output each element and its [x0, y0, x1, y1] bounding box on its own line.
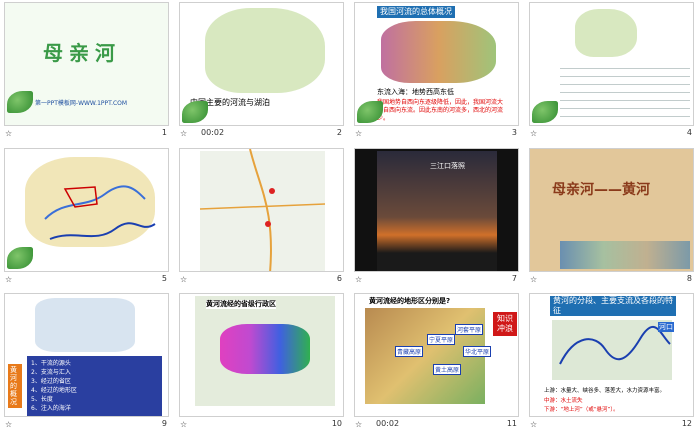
- slide-number: 8: [686, 274, 692, 283]
- slide-thumb-3[interactable]: 我国河流的总体概况 东流入海：地势西高东低 我国地势自西向东逐级降低，因此，我国…: [352, 0, 521, 140]
- slide-preview: [4, 148, 169, 272]
- bottom-line-1: 上游：水量大、峡谷多、落差大，水力资源丰富。: [544, 388, 666, 394]
- slide-number: 7: [511, 274, 517, 283]
- leaf-decoration: [182, 101, 208, 123]
- china-map: [205, 8, 325, 93]
- slide-preview: 母亲河 第一PPT模板网-WWW.1PPT.COM: [4, 2, 169, 126]
- slide-number: 4: [686, 128, 692, 137]
- slide-caption: ☆ 7: [352, 273, 521, 286]
- slide-number: 2: [336, 128, 342, 137]
- slide-preview: 黄河的概况 1、干流的源头 2、支流与汇入 3、经过的省区 4、经过的地形区 5…: [4, 293, 169, 417]
- transition-icon: ☆: [180, 275, 188, 284]
- fact-item-2: 2、支流与汇入: [31, 369, 71, 376]
- slide-title: 黄河流经的省级行政区: [206, 300, 276, 309]
- slide-thumb-4[interactable]: ☆ 4: [527, 0, 696, 140]
- slide-preview: 中国主要的河流与湖泊: [179, 2, 344, 126]
- side-label: 黄河的概况: [8, 364, 22, 408]
- slide-number: 3: [511, 128, 517, 137]
- slide-caption: ☆ 9: [2, 418, 171, 431]
- slide-thumb-8[interactable]: 母亲河——黄河 ☆ 8: [527, 146, 696, 286]
- slide-caption: ☆ 8: [527, 273, 696, 286]
- slide-preview: [179, 148, 344, 272]
- slide-title: 母亲河: [43, 41, 121, 65]
- fact-item-4: 4、经过的地形区: [31, 387, 77, 394]
- slide-thumb-5[interactable]: ☆ 5: [2, 146, 171, 286]
- slide-number: 10: [331, 419, 342, 428]
- terrain-label-qingzang: 青藏高原: [395, 346, 424, 357]
- slide-line-2: 我国地势自西向东逐级降低，因此，我国河流大都自西向东流。因此东南的河流多，西北的…: [377, 99, 504, 122]
- yellow-river-map: [35, 298, 135, 352]
- slide-number: 6: [336, 274, 342, 283]
- transition-icon: ☆: [5, 275, 13, 284]
- slide-thumb-6[interactable]: ☆ 6: [177, 146, 346, 286]
- slide-thumb-11[interactable]: 黄河流经的地形区分别是? 宁夏平原 河套平原 青藏高原 黄土高原 华北平原 知识…: [352, 291, 521, 431]
- slide-number: 5: [161, 274, 167, 283]
- question-text-block: [560, 61, 690, 121]
- slide-time: 00:02: [376, 419, 400, 428]
- slide-title: 我国河流的总体概况: [377, 6, 455, 18]
- transition-icon: ☆: [5, 129, 13, 138]
- slide-title: 母亲河——黄河: [552, 182, 650, 198]
- slide-caption: ☆ 12: [527, 418, 696, 431]
- leaf-decoration: [532, 101, 558, 123]
- slide-number: 12: [681, 419, 692, 428]
- slide-preview: 三江口落照: [354, 148, 519, 272]
- china-map: [575, 9, 637, 57]
- slide-number: 11: [506, 419, 517, 428]
- terrain-label-ningxia: 宁夏平原: [427, 334, 456, 345]
- transition-icon: ☆: [180, 420, 188, 429]
- fact-item-1: 1、干流的源头: [31, 360, 71, 367]
- slide-caption: ☆ 1: [2, 127, 171, 140]
- bottom-line-2: 中游：水土流失: [544, 398, 583, 404]
- slide-caption: ☆ 00:02 2: [177, 127, 346, 140]
- slide-caption: ☆ 5: [2, 273, 171, 286]
- road-lines: [199, 149, 326, 271]
- bottom-line-3: 下游：“地上河”（或“悬河”）。: [544, 407, 619, 413]
- slide-title: 三江口落照: [430, 162, 465, 170]
- slide-caption: ☆ 4: [527, 127, 696, 140]
- terrain-label-huabei: 华北平原: [463, 346, 492, 357]
- transition-icon: ☆: [5, 420, 13, 429]
- slide-preview: 黄河流经的省级行政区: [179, 293, 344, 417]
- photo-strip: [560, 241, 690, 269]
- transition-icon: ☆: [530, 275, 538, 284]
- slide-line-1: 东流入海：地势西高东低: [377, 88, 454, 96]
- slide-preview: 黄河的分段、主要支流及各段的特征 河口 上游：水量大、峡谷多、落差大，水力资源丰…: [529, 293, 694, 417]
- transition-icon: ☆: [355, 420, 363, 429]
- transition-icon: ☆: [530, 420, 538, 429]
- slide-caption: ☆ 00:02 11: [352, 418, 521, 431]
- slide-thumb-7[interactable]: 三江口落照 ☆ 7: [352, 146, 521, 286]
- slide-preview: 母亲河——黄河: [529, 148, 694, 272]
- transition-icon: ☆: [530, 129, 538, 138]
- terrain-label-loess: 黄土高原: [433, 364, 462, 375]
- slide-number: 9: [161, 419, 167, 428]
- segment-label-mouth: 河口: [658, 322, 674, 332]
- transition-icon: ☆: [355, 129, 363, 138]
- slide-caption: ☆ 3: [352, 127, 521, 140]
- slide-thumb-1[interactable]: 母亲河 第一PPT模板网-WWW.1PPT.COM ☆ 1: [2, 0, 171, 140]
- side-badge: 知识冲浪: [493, 312, 517, 336]
- fact-item-6: 6、注入的海洋: [31, 405, 71, 412]
- slide-caption: ☆ 6: [177, 273, 346, 286]
- slide-preview: 我国河流的总体概况 东流入海：地势西高东低 我国地势自西向东逐级降低，因此，我国…: [354, 2, 519, 126]
- transition-icon: ☆: [355, 275, 363, 284]
- slide-thumb-9[interactable]: 黄河的概况 1、干流的源头 2、支流与汇入 3、经过的省区 4、经过的地形区 5…: [2, 291, 171, 431]
- slide-title: 黄河流经的地形区分别是?: [369, 297, 451, 305]
- fact-item-3: 3、经过的省区: [31, 378, 71, 385]
- slide-time: 00:02: [201, 128, 225, 137]
- slide-preview: 黄河流经的地形区分别是? 宁夏平原 河套平原 青藏高原 黄土高原 华北平原 知识…: [354, 293, 519, 417]
- slide-thumb-10[interactable]: 黄河流经的省级行政区 ☆ 10: [177, 291, 346, 431]
- terrain-map: [381, 21, 496, 83]
- terrain-label-hetao: 河套平原: [455, 324, 484, 335]
- slide-number: 1: [161, 128, 167, 137]
- slide-thumb-2[interactable]: 中国主要的河流与湖泊 ☆ 00:02 2: [177, 0, 346, 140]
- slide-preview: [529, 2, 694, 126]
- slide-footer: 第一PPT模板网-WWW.1PPT.COM: [35, 100, 128, 107]
- fact-item-5: 5、长度: [31, 396, 53, 403]
- slide-thumb-12[interactable]: 黄河的分段、主要支流及各段的特征 河口 上游：水量大、峡谷多、落差大，水力资源丰…: [527, 291, 696, 431]
- province-highlight: [220, 324, 310, 374]
- transition-icon: ☆: [180, 129, 188, 138]
- slide-caption: ☆ 10: [177, 418, 346, 431]
